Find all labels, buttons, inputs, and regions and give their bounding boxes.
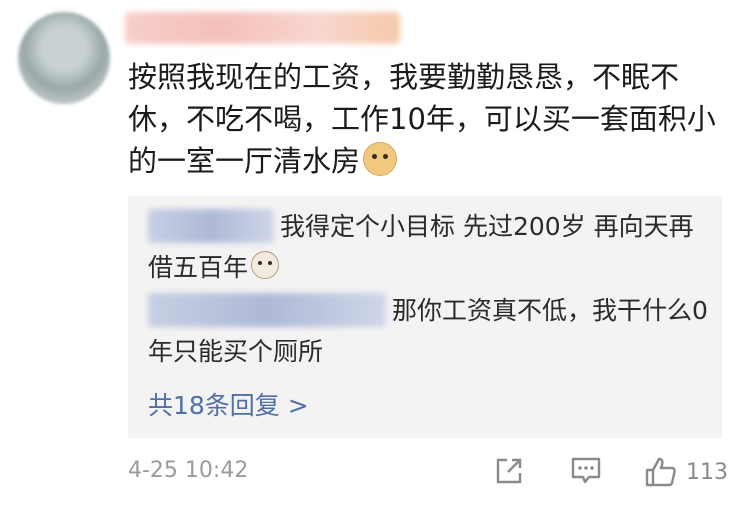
like-count: 113 bbox=[686, 459, 728, 485]
comment-text: 按照我现在的工资，我要勤勤恳恳，不眠不休，不吃不喝，工作10年，可以买一套面积小… bbox=[128, 60, 716, 178]
reply-item[interactable]: 那你工资真不低，我干什么0年只能买个厕所 bbox=[148, 290, 708, 372]
more-replies-link[interactable]: 共18条回复 > bbox=[148, 386, 309, 422]
reply-username-blurred[interactable] bbox=[148, 293, 386, 327]
comment-button[interactable] bbox=[570, 456, 602, 486]
cat-emoji-icon bbox=[251, 251, 280, 279]
share-icon bbox=[494, 456, 524, 486]
reply-item[interactable]: 我得定个小目标 先过200岁 再向天再借五百年 bbox=[148, 206, 708, 288]
like-button[interactable]: 113 bbox=[644, 456, 728, 488]
doge-emoji-icon bbox=[363, 142, 398, 176]
replies-panel: 我得定个小目标 先过200岁 再向天再借五百年 那你工资真不低，我干什么0年只能… bbox=[128, 196, 722, 438]
reply-username-blurred[interactable] bbox=[148, 209, 274, 243]
comment-body: 按照我现在的工资，我要勤勤恳恳，不眠不休，不吃不喝，工作10年，可以买一套面积小… bbox=[128, 56, 728, 182]
timestamp: 4-25 10:42 bbox=[128, 458, 249, 483]
avatar[interactable] bbox=[18, 12, 110, 104]
like-icon bbox=[644, 456, 678, 488]
share-button[interactable] bbox=[494, 456, 524, 486]
username-blurred[interactable] bbox=[125, 12, 400, 44]
comment-icon bbox=[570, 456, 602, 486]
